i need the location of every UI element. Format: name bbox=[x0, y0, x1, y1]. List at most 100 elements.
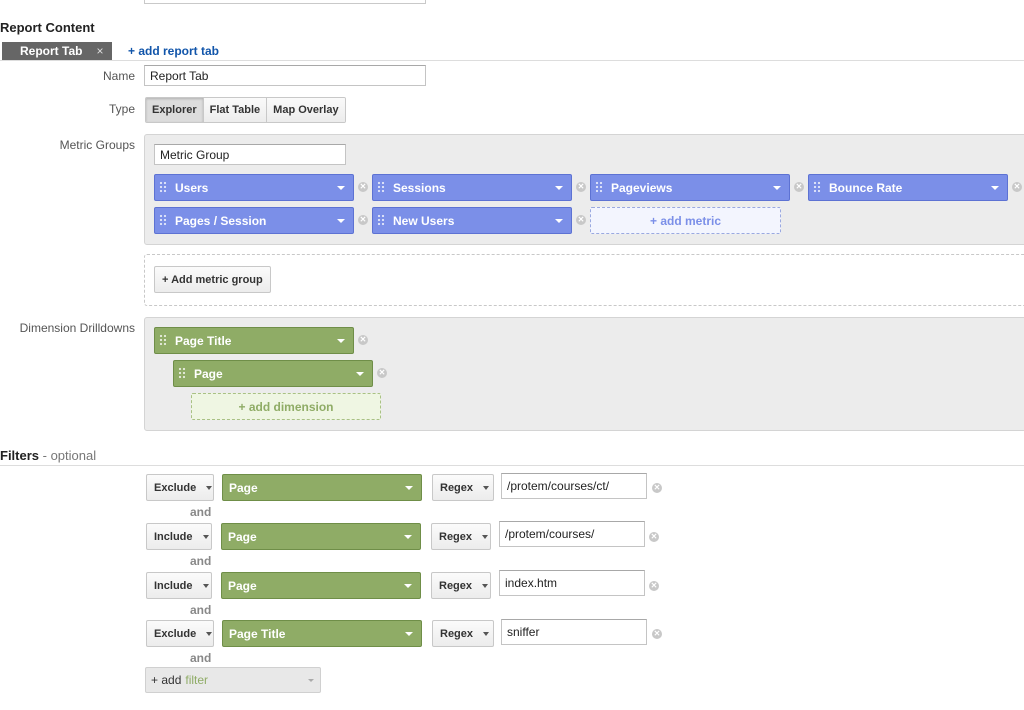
tab-label: Report Tab bbox=[20, 44, 83, 58]
filter-mode-select[interactable]: Exclude bbox=[146, 620, 214, 647]
chevron-down-icon bbox=[308, 679, 314, 682]
filter-dimension-label: Page bbox=[229, 480, 258, 495]
metric-chip-bounce-rate[interactable]: Bounce Rate bbox=[808, 174, 1008, 201]
dimension-chip-page[interactable]: Page bbox=[173, 360, 373, 387]
filter-match-select[interactable]: Regex bbox=[432, 620, 494, 647]
remove-icon[interactable]: ✕ bbox=[576, 182, 586, 192]
chevron-down-icon[interactable] bbox=[773, 186, 781, 190]
filter-mode-select[interactable]: Include bbox=[146, 572, 212, 599]
filter-mode-label: Include bbox=[154, 579, 193, 592]
filter-match-label: Regex bbox=[440, 481, 474, 494]
drag-handle-icon[interactable] bbox=[178, 367, 186, 380]
chevron-down-icon bbox=[483, 631, 490, 636]
metric-chip-pages-per-session[interactable]: Pages / Session bbox=[154, 207, 354, 234]
add-report-tab-link[interactable]: + add report tab bbox=[128, 44, 219, 58]
filters-title: Filters bbox=[0, 448, 40, 463]
name-label: Name bbox=[102, 69, 135, 83]
chevron-down-icon[interactable] bbox=[337, 219, 345, 223]
filter-match-label: Regex bbox=[439, 530, 473, 543]
add-dimension-button[interactable]: + add dimension bbox=[191, 393, 381, 420]
metric-chip-pageviews[interactable]: Pageviews bbox=[590, 174, 790, 201]
type-button-group: Explorer Flat Table Map Overlay bbox=[145, 97, 346, 123]
filter-match-select[interactable]: Regex bbox=[431, 572, 491, 599]
chevron-down-icon bbox=[483, 485, 490, 490]
filter-value-input[interactable]: index.htm bbox=[499, 570, 645, 596]
chevron-down-icon[interactable] bbox=[404, 535, 412, 539]
close-icon[interactable]: × bbox=[96, 44, 103, 58]
filters-optional: - optional bbox=[39, 448, 97, 463]
name-input[interactable]: Report Tab bbox=[144, 65, 426, 86]
remove-icon[interactable]: ✕ bbox=[649, 532, 659, 542]
chevron-down-icon[interactable] bbox=[356, 372, 364, 376]
add-metric-group-area bbox=[144, 254, 1024, 306]
filter-dimension-select[interactable]: Page bbox=[221, 572, 421, 599]
dimension-chip-page-title[interactable]: Page Title bbox=[154, 327, 354, 354]
remove-icon[interactable]: ✕ bbox=[794, 182, 804, 192]
metric-chip-sessions[interactable]: Sessions bbox=[372, 174, 572, 201]
filter-dimension-label: Page Title bbox=[229, 626, 286, 641]
metric-label: New Users bbox=[393, 213, 455, 228]
metric-label: Users bbox=[175, 180, 209, 195]
filter-match-select[interactable]: Regex bbox=[431, 523, 491, 550]
filters-heading: Filters - optional bbox=[0, 448, 96, 463]
drag-handle-icon[interactable] bbox=[377, 181, 385, 194]
add-filter-word: filter bbox=[185, 673, 209, 687]
add-filter-button[interactable]: + add filter bbox=[145, 667, 321, 693]
chevron-down-icon[interactable] bbox=[405, 486, 413, 490]
filter-mode-select[interactable]: Exclude bbox=[146, 474, 214, 501]
add-metric-group-button[interactable]: + Add metric group bbox=[154, 266, 271, 293]
remove-icon[interactable]: ✕ bbox=[358, 335, 368, 345]
chevron-down-icon bbox=[206, 631, 213, 636]
chevron-down-icon bbox=[206, 485, 213, 490]
metric-label: Bounce Rate bbox=[829, 180, 903, 195]
filter-and-label: and bbox=[190, 603, 212, 617]
drag-handle-icon[interactable] bbox=[159, 334, 167, 347]
filter-and-label: and bbox=[190, 554, 212, 568]
chevron-down-icon[interactable] bbox=[337, 186, 345, 190]
chevron-down-icon[interactable] bbox=[555, 186, 563, 190]
chevron-down-icon[interactable] bbox=[404, 584, 412, 588]
top-input-edge[interactable] bbox=[144, 0, 426, 4]
filter-value-input[interactable]: /protem/courses/ bbox=[499, 521, 645, 547]
remove-icon[interactable]: ✕ bbox=[358, 182, 368, 192]
chevron-down-icon[interactable] bbox=[337, 339, 345, 343]
filters-divider bbox=[0, 465, 1024, 466]
metric-label: Pageviews bbox=[611, 180, 673, 195]
type-label: Type bbox=[108, 102, 135, 116]
drag-handle-icon[interactable] bbox=[377, 214, 385, 227]
drag-handle-icon[interactable] bbox=[159, 181, 167, 194]
metric-label: Pages / Session bbox=[175, 213, 267, 228]
filter-match-select[interactable]: Regex bbox=[432, 474, 494, 501]
chevron-down-icon bbox=[482, 583, 489, 588]
filter-dimension-select[interactable]: Page bbox=[222, 474, 422, 501]
drag-handle-icon[interactable] bbox=[595, 181, 603, 194]
metric-chip-users[interactable]: Users bbox=[154, 174, 354, 201]
remove-icon[interactable]: ✕ bbox=[358, 215, 368, 225]
filter-mode-select[interactable]: Include bbox=[146, 523, 212, 550]
remove-icon[interactable]: ✕ bbox=[649, 581, 659, 591]
drag-handle-icon[interactable] bbox=[813, 181, 821, 194]
remove-icon[interactable]: ✕ bbox=[652, 483, 662, 493]
add-metric-button[interactable]: + add metric bbox=[590, 207, 781, 234]
tab-report[interactable]: Report Tab × bbox=[2, 42, 112, 60]
filter-value-input[interactable]: /protem/courses/ct/ bbox=[501, 473, 647, 499]
filter-dimension-select[interactable]: Page Title bbox=[222, 620, 422, 647]
remove-icon[interactable]: ✕ bbox=[576, 215, 586, 225]
chevron-down-icon[interactable] bbox=[405, 632, 413, 636]
type-flat-table-button[interactable]: Flat Table bbox=[202, 98, 267, 122]
dimension-drilldowns-label: Dimension Drilldowns bbox=[19, 321, 135, 335]
drag-handle-icon[interactable] bbox=[159, 214, 167, 227]
remove-icon[interactable]: ✕ bbox=[377, 368, 387, 378]
type-explorer-button[interactable]: Explorer bbox=[146, 98, 203, 122]
metric-chip-new-users[interactable]: New Users bbox=[372, 207, 572, 234]
filter-dimension-select[interactable]: Page bbox=[221, 523, 421, 550]
metric-group-name-input[interactable]: Metric Group bbox=[154, 144, 346, 165]
dimension-label: Page Title bbox=[175, 333, 232, 348]
remove-icon[interactable]: ✕ bbox=[652, 629, 662, 639]
filter-value-input[interactable]: sniffer bbox=[501, 619, 647, 645]
remove-icon[interactable]: ✕ bbox=[1012, 182, 1022, 192]
type-map-overlay-button[interactable]: Map Overlay bbox=[266, 98, 345, 122]
chevron-down-icon[interactable] bbox=[555, 219, 563, 223]
filter-dimension-label: Page bbox=[228, 578, 257, 593]
chevron-down-icon[interactable] bbox=[991, 186, 999, 190]
